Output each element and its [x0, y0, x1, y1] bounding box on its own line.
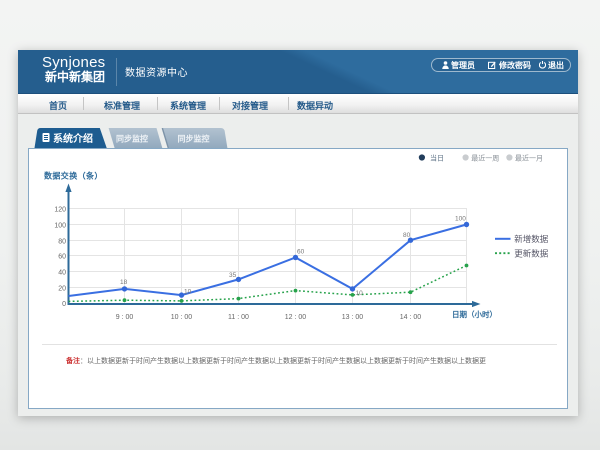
svg-text:系统介绍: 系统介绍 — [53, 132, 93, 145]
svg-text:同步监控: 同步监控 — [116, 134, 148, 144]
svg-text:同步监控: 同步监控 — [178, 134, 210, 144]
